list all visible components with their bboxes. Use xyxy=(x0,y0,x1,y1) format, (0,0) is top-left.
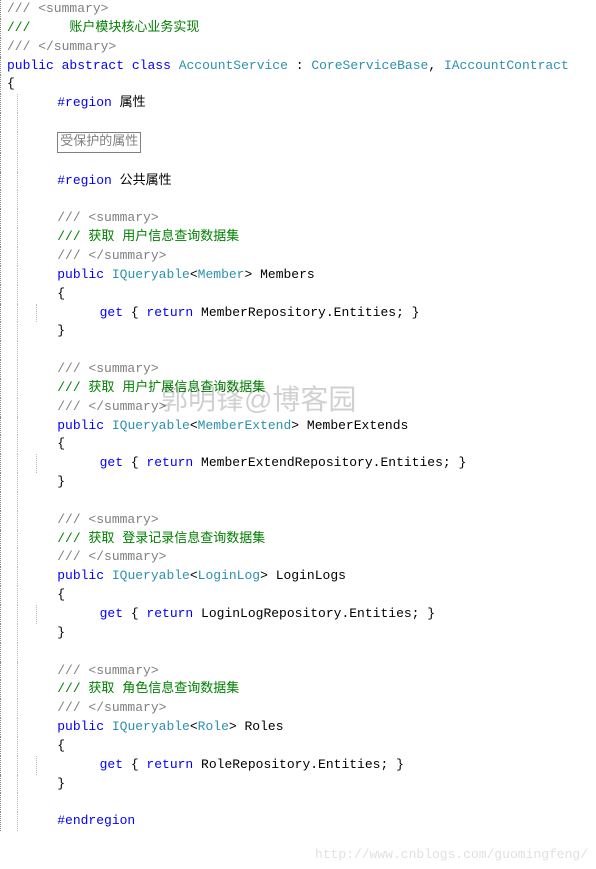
xml-doc-text: /// 账户模块核心业务实现 xyxy=(7,20,199,35)
angle: < xyxy=(190,719,198,734)
keyword-public: public xyxy=(57,418,104,433)
brace: { xyxy=(57,587,65,602)
footer-url: http://www.cnblogs.com/guomingfeng/ xyxy=(315,846,588,865)
brace: } xyxy=(57,474,65,489)
keyword-return: return xyxy=(146,757,193,772)
brace: { xyxy=(123,606,146,621)
base-type: CoreServiceBase xyxy=(311,58,428,73)
return-expression: LoginLogRepository.Entities; } xyxy=(193,606,435,621)
keyword-return: return xyxy=(146,455,193,470)
keyword-public: public xyxy=(57,267,104,282)
angle: < xyxy=(190,568,198,583)
brace: { xyxy=(123,305,146,320)
comma: , xyxy=(428,58,444,73)
keyword-class: class xyxy=(132,58,171,73)
property-name: Members xyxy=(252,267,314,282)
keyword-get: get xyxy=(100,305,123,320)
brace: { xyxy=(123,455,146,470)
angle: < xyxy=(190,267,198,282)
region-label: 公共属性 xyxy=(120,173,172,188)
angle: > xyxy=(260,568,268,583)
brace: { xyxy=(123,757,146,772)
xml-doc-text: /// 获取 登录记录信息查询数据集 xyxy=(57,531,265,546)
keyword-get: get xyxy=(100,455,123,470)
xml-doc-text: /// 获取 用户信息查询数据集 xyxy=(57,229,239,244)
xml-doc: /// <summary> xyxy=(57,512,158,527)
angle: < xyxy=(190,418,198,433)
code-editor: /// <summary> /// 账户模块核心业务实现 /// </summa… xyxy=(0,0,596,869)
keyword-public: public xyxy=(57,568,104,583)
brace: { xyxy=(57,436,65,451)
property-name: Roles xyxy=(237,719,284,734)
xml-doc: /// </summary> xyxy=(57,399,166,414)
angle: > xyxy=(229,719,237,734)
xml-doc: /// </summary> xyxy=(57,248,166,263)
type-iqueryable: IQueryable xyxy=(112,719,190,734)
return-expression: MemberRepository.Entities; } xyxy=(193,305,419,320)
xml-doc: /// <summary> xyxy=(7,1,108,16)
interface-type: IAccountContract xyxy=(444,58,569,73)
colon: : xyxy=(288,58,311,73)
angle: > xyxy=(291,418,299,433)
type-iqueryable: IQueryable xyxy=(112,418,190,433)
brace: } xyxy=(57,776,65,791)
brace: } xyxy=(57,323,65,338)
region-directive: #region xyxy=(57,173,112,188)
class-name: AccountService xyxy=(179,58,288,73)
brace: { xyxy=(57,286,65,301)
generic-type: MemberExtend xyxy=(198,418,292,433)
xml-doc-text: /// 获取 用户扩展信息查询数据集 xyxy=(57,380,265,395)
property-name: MemberExtends xyxy=(299,418,408,433)
return-expression: RoleRepository.Entities; } xyxy=(193,757,404,772)
keyword-return: return xyxy=(146,606,193,621)
keyword-get: get xyxy=(100,606,123,621)
generic-type: Role xyxy=(198,719,229,734)
keyword-public: public xyxy=(7,58,54,73)
xml-doc: /// <summary> xyxy=(57,210,158,225)
xml-doc: /// <summary> xyxy=(57,663,158,678)
keyword-return: return xyxy=(146,305,193,320)
collapsed-region[interactable]: 受保护的属性 xyxy=(57,132,141,153)
return-expression: MemberExtendRepository.Entities; } xyxy=(193,455,466,470)
keyword-get: get xyxy=(100,757,123,772)
region-label: 属性 xyxy=(120,95,146,110)
xml-doc: /// </summary> xyxy=(7,39,116,54)
region-directive: #region xyxy=(57,95,112,110)
generic-type: LoginLog xyxy=(198,568,260,583)
keyword-abstract: abstract xyxy=(62,58,124,73)
brace: } xyxy=(57,625,65,640)
type-iqueryable: IQueryable xyxy=(112,568,190,583)
brace: { xyxy=(57,738,65,753)
keyword-public: public xyxy=(57,719,104,734)
generic-type: Member xyxy=(198,267,245,282)
xml-doc: /// <summary> xyxy=(57,361,158,376)
xml-doc-text: /// 获取 角色信息查询数据集 xyxy=(57,681,239,696)
type-iqueryable: IQueryable xyxy=(112,267,190,282)
endregion-directive: #endregion xyxy=(57,813,135,828)
property-name: LoginLogs xyxy=(268,568,346,583)
xml-doc: /// </summary> xyxy=(57,700,166,715)
xml-doc: /// </summary> xyxy=(57,549,166,564)
brace: { xyxy=(7,76,15,91)
